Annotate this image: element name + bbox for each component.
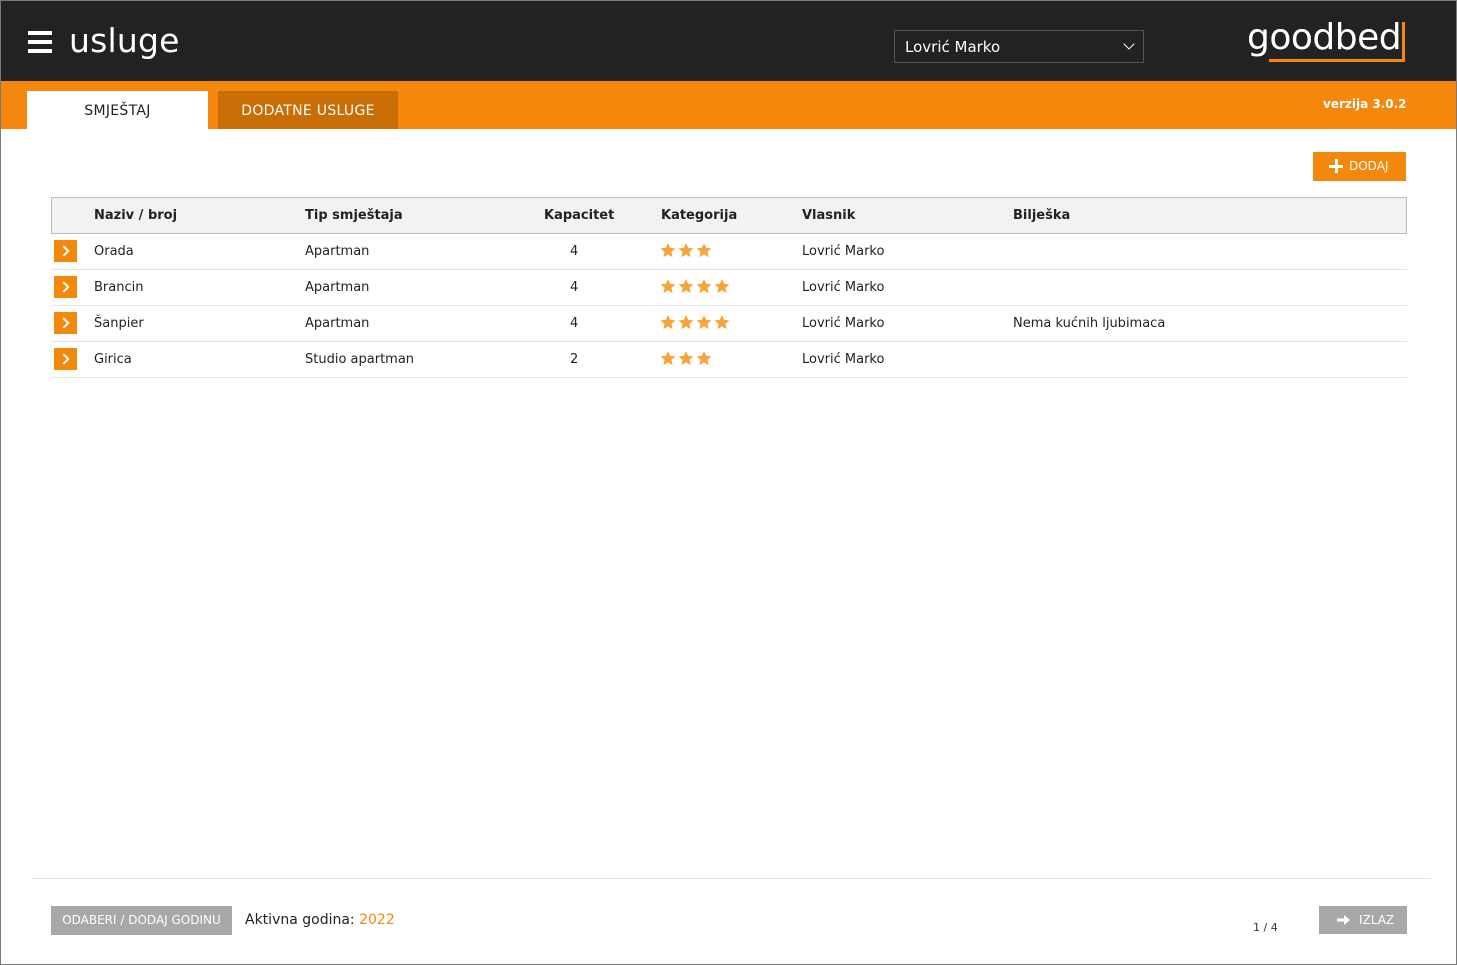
row-capacity: 2 xyxy=(570,352,579,367)
table-row[interactable]: Šanpier Apartman 4 Lovrić Marko Nema kuć… xyxy=(51,306,1407,342)
logo: goodbed xyxy=(1247,17,1402,58)
select-year-button[interactable]: ODABERI / DODAJ GODINU xyxy=(51,906,232,935)
exit-button-label: IZLAZ xyxy=(1359,913,1395,927)
row-type: Apartman xyxy=(305,244,370,259)
row-name: Orada xyxy=(94,244,134,259)
chevron-down-icon xyxy=(1123,38,1135,50)
row-category-stars xyxy=(659,278,731,296)
menu-icon[interactable] xyxy=(28,31,52,53)
logo-bar xyxy=(1402,22,1405,62)
star-icon xyxy=(696,351,712,366)
star-icon xyxy=(660,243,676,258)
star-icon xyxy=(696,243,712,258)
column-header-category[interactable]: Kategorija xyxy=(661,208,737,223)
footer-divider xyxy=(31,878,1431,879)
arrow-right-icon xyxy=(1337,915,1350,925)
version-label: verzija 3.0.2 xyxy=(1323,97,1407,111)
row-owner: Lovrić Marko xyxy=(802,244,885,259)
top-bar: usluge Lovrić Marko goodbed xyxy=(1,1,1456,81)
row-name: Šanpier xyxy=(94,316,144,331)
star-icon xyxy=(660,351,676,366)
star-icon xyxy=(696,315,712,330)
star-icon xyxy=(678,315,694,330)
expand-row-button[interactable] xyxy=(54,312,77,334)
row-capacity: 4 xyxy=(570,244,579,259)
star-icon xyxy=(678,279,694,294)
star-icon xyxy=(714,279,730,294)
expand-row-button[interactable] xyxy=(54,240,77,262)
tab-bar: SMJEŠTAJ DODATNE USLUGE verzija 3.0.2 xyxy=(1,81,1456,129)
row-note: Nema kućnih ljubimaca xyxy=(1013,316,1166,331)
row-capacity: 4 xyxy=(570,316,579,331)
tab-smjestaj[interactable]: SMJEŠTAJ xyxy=(27,91,208,129)
active-year: Aktivna godina: 2022 xyxy=(245,912,395,928)
page-title: usluge xyxy=(69,21,180,60)
table-row[interactable]: Brancin Apartman 4 Lovrić Marko xyxy=(51,270,1407,306)
column-header-owner[interactable]: Vlasnik xyxy=(802,208,855,223)
column-header-capacity[interactable]: Kapacitet xyxy=(544,208,614,223)
row-category-stars xyxy=(659,314,731,332)
star-icon xyxy=(696,279,712,294)
exit-button[interactable]: IZLAZ xyxy=(1319,906,1407,934)
row-type: Apartman xyxy=(305,280,370,295)
column-header-name[interactable]: Naziv / broj xyxy=(94,208,177,223)
expand-row-button[interactable] xyxy=(54,276,77,298)
row-category-stars xyxy=(659,350,713,368)
star-icon xyxy=(678,351,694,366)
tab-dodatne-usluge[interactable]: DODATNE USLUGE xyxy=(218,91,398,129)
column-header-note[interactable]: Bilješka xyxy=(1013,208,1070,223)
tab-smjestaj-label: SMJEŠTAJ xyxy=(84,103,151,119)
row-type: Studio apartman xyxy=(305,352,415,367)
accommodation-table: Naziv / broj Tip smještaja Kapacitet Kat… xyxy=(51,197,1407,378)
star-icon xyxy=(714,315,730,330)
row-type: Apartman xyxy=(305,316,370,331)
star-icon xyxy=(660,279,676,294)
active-year-label: Aktivna godina: xyxy=(245,912,355,928)
owner-select-value: Lovrić Marko xyxy=(905,38,1001,56)
plus-icon xyxy=(1329,159,1343,173)
table-row[interactable]: Orada Apartman 4 Lovrić Marko xyxy=(51,234,1407,270)
logo-underline xyxy=(1269,59,1405,62)
row-capacity: 4 xyxy=(570,280,579,295)
table-header: Naziv / broj Tip smještaja Kapacitet Kat… xyxy=(51,197,1407,234)
add-button[interactable]: DODAJ xyxy=(1313,152,1406,181)
row-owner: Lovrić Marko xyxy=(802,280,885,295)
star-icon xyxy=(660,315,676,330)
row-name: Girica xyxy=(94,352,132,367)
tab-dodatne-usluge-label: DODATNE USLUGE xyxy=(241,103,375,119)
row-name: Brancin xyxy=(94,280,144,295)
expand-row-button[interactable] xyxy=(54,348,77,370)
active-year-value: 2022 xyxy=(359,912,395,928)
table-row[interactable]: Girica Studio apartman 2 Lovrić Marko xyxy=(51,342,1407,378)
row-owner: Lovrić Marko xyxy=(802,352,885,367)
row-owner: Lovrić Marko xyxy=(802,316,885,331)
row-category-stars xyxy=(659,242,713,260)
add-button-label: DODAJ xyxy=(1349,159,1389,173)
owner-select[interactable]: Lovrić Marko xyxy=(894,30,1144,63)
pagination: 1 / 4 xyxy=(1253,921,1278,934)
column-header-type[interactable]: Tip smještaja xyxy=(305,208,403,223)
star-icon xyxy=(678,243,694,258)
